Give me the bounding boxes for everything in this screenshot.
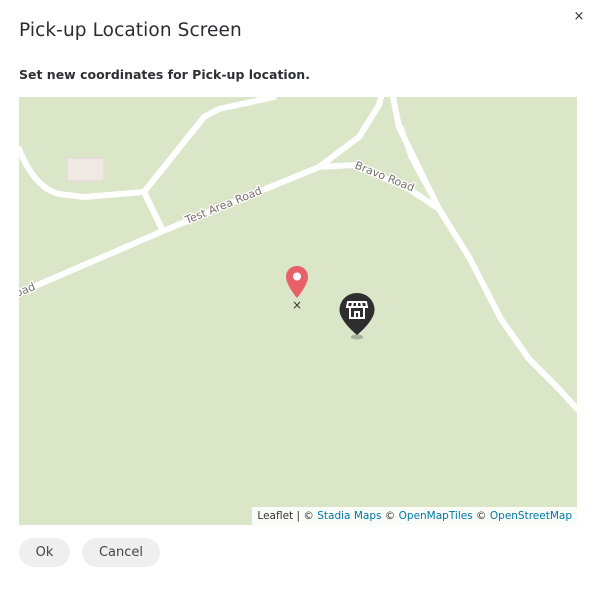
cancel-button[interactable]: Cancel [82,538,160,567]
attribution-osm-link[interactable]: OpenStreetMap [490,510,572,522]
map-road [316,97,384,170]
attribution-leaflet-link[interactable]: Leaflet [257,510,293,522]
map-pin-icon[interactable] [285,265,309,299]
attribution-openmaptiles-link[interactable]: OpenMapTiles [399,510,473,522]
map-road [390,97,577,414]
attribution-copy: © [472,510,490,522]
attribution-stadia-link[interactable]: Stadia Maps [317,510,381,522]
attribution-copy: © [381,510,399,522]
store-icon[interactable] [338,291,376,341]
map-road [141,189,166,234]
center-cross-icon: × [292,298,303,312]
attribution-separator: | © [293,510,318,522]
map-attribution: Leaflet | © Stadia Maps © OpenMapTiles ©… [252,507,577,525]
close-icon[interactable]: × [571,9,587,25]
dialog-title: Pick-up Location Screen [19,20,242,41]
ok-button[interactable]: Ok [19,538,70,567]
map-building [66,157,105,182]
map-road [141,97,277,195]
road-label-test-area: Test Area Road [182,184,263,227]
dialog-subtitle: Set new coordinates for Pick-up location… [19,67,310,82]
pickup-location-dialog: × Pick-up Location Screen Set new coordi… [0,0,593,594]
road-label-fragment: oad [19,280,37,300]
map-road [19,162,442,296]
map-view[interactable]: Test Area Road Bravo Road oad × Leaflet … [19,97,577,525]
road-label-bravo: Bravo Road [353,159,416,195]
